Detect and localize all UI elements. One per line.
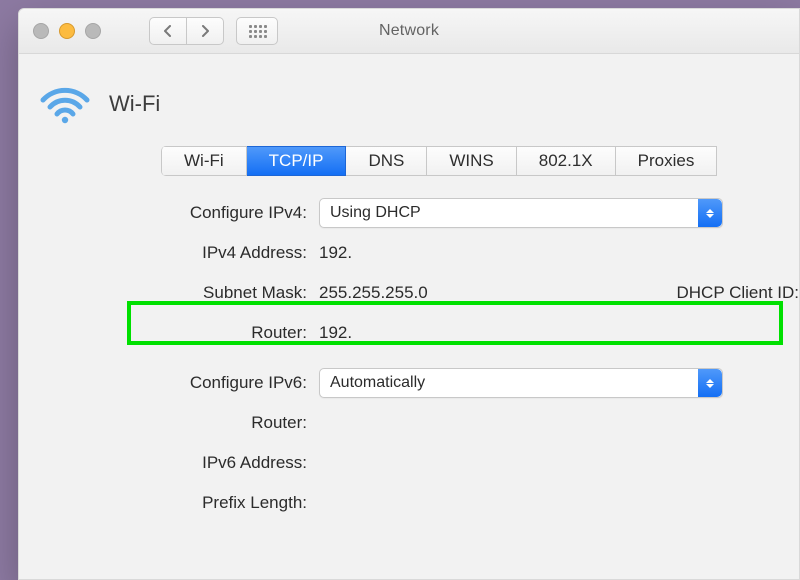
interface-name: Wi-Fi — [109, 91, 160, 117]
label-ipv4-address: IPv4 Address: — [19, 243, 319, 263]
tab-tcpip[interactable]: TCP/IP — [247, 146, 347, 176]
value-ipv4-address: 192. — [319, 243, 352, 263]
window-controls — [33, 23, 101, 39]
value-router-v4: 192. — [319, 323, 352, 343]
row-prefix-length: Prefix Length: — [19, 486, 799, 520]
tab-8021x[interactable]: 802.1X — [517, 146, 616, 176]
row-configure-ipv6: Configure IPv6: Automatically — [19, 366, 799, 400]
chevron-updown-icon — [698, 369, 722, 397]
label-subnet-mask: Subnet Mask: — [19, 283, 319, 303]
row-subnet-mask: Subnet Mask: 255.255.255.0 DHCP Client I… — [19, 276, 799, 310]
tcpip-fields: Configure IPv4: Using DHCP IPv4 Address:… — [19, 196, 799, 520]
show-all-button[interactable] — [236, 17, 278, 45]
back-button[interactable] — [149, 17, 187, 45]
chevron-updown-icon — [698, 199, 722, 227]
tab-proxies[interactable]: Proxies — [616, 146, 718, 176]
titlebar: Network — [19, 9, 799, 54]
forward-button[interactable] — [187, 17, 224, 45]
label-dhcp-client-id: DHCP Client ID: — [677, 283, 800, 303]
select-configure-ipv4-value: Using DHCP — [330, 204, 421, 222]
select-configure-ipv4[interactable]: Using DHCP — [319, 198, 723, 228]
label-router-v4: Router: — [19, 323, 319, 343]
tab-bar: Wi-Fi TCP/IP DNS WINS 802.1X Proxies — [161, 146, 799, 176]
nav-group — [149, 17, 224, 45]
row-router-v6: Router: — [19, 406, 799, 440]
row-router-v4: Router: 192. — [19, 316, 799, 350]
value-subnet-mask: 255.255.255.0 — [319, 283, 428, 303]
interface-header: Wi-Fi — [19, 84, 799, 124]
select-configure-ipv6[interactable]: Automatically — [319, 368, 723, 398]
row-configure-ipv4: Configure IPv4: Using DHCP — [19, 196, 799, 230]
pane-body: Wi-Fi Wi-Fi TCP/IP DNS WINS 802.1X Proxi… — [19, 54, 799, 520]
wifi-icon — [39, 84, 91, 124]
label-ipv6-address: IPv6 Address: — [19, 453, 319, 473]
label-configure-ipv6: Configure IPv6: — [19, 373, 319, 393]
label-prefix-length: Prefix Length: — [19, 493, 319, 513]
tab-dns[interactable]: DNS — [346, 146, 427, 176]
minimize-window-button[interactable] — [59, 23, 75, 39]
select-configure-ipv6-value: Automatically — [330, 374, 425, 392]
row-ipv6-address: IPv6 Address: — [19, 446, 799, 480]
tab-wins[interactable]: WINS — [427, 146, 516, 176]
tab-wifi[interactable]: Wi-Fi — [162, 146, 247, 176]
network-preferences-window: Network Wi-Fi Wi-Fi TCP/IP DNS WINS 802.… — [18, 8, 800, 580]
label-router-v6: Router: — [19, 413, 319, 433]
grid-icon — [249, 25, 265, 37]
zoom-window-button[interactable] — [85, 23, 101, 39]
close-window-button[interactable] — [33, 23, 49, 39]
label-configure-ipv4: Configure IPv4: — [19, 203, 319, 223]
window-title: Network — [379, 22, 439, 40]
row-ipv4-address: IPv4 Address: 192. — [19, 236, 799, 270]
